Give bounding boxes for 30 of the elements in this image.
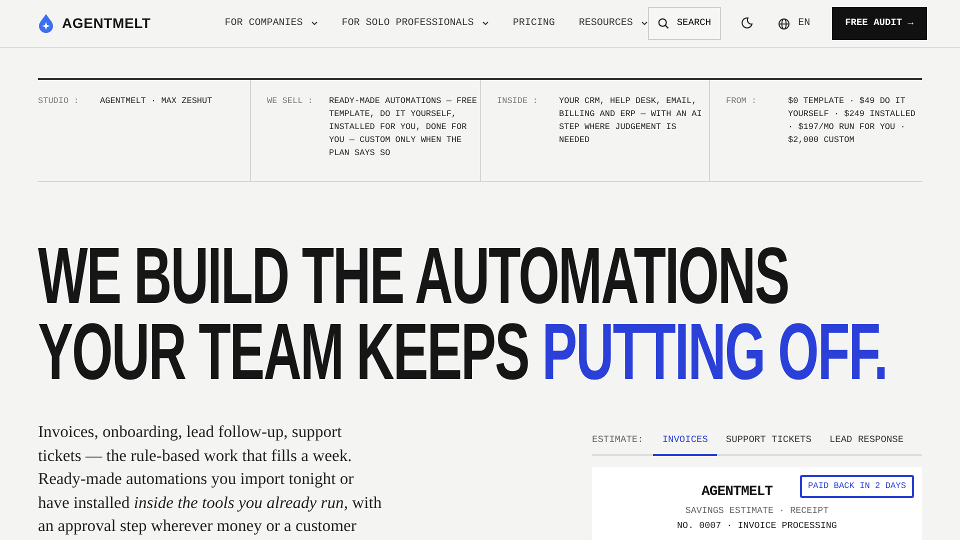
fact-label: FROM :	[726, 95, 758, 108]
receipt-subtitle: SAVINGS ESTIMATE · RECEIPT	[684, 504, 830, 518]
fact-value: $0 TEMPLATE · $49 DO IT YOURSELF · $249 INSTALLED · $197/MO RUN FOR YOU · $2,000 CUSTOM	[788, 95, 917, 147]
headline: WE BUILD THE AUTOMATIONS YOUR TEAM KEEPS PUTTING OFF.	[38, 238, 887, 390]
receipt-number: NO. 0007 · INVOICE PROCESSING	[676, 518, 838, 533]
receipt-brand: AGENTMELT	[701, 483, 773, 502]
nav-link[interactable]: RESOURCES	[578, 16, 648, 31]
brand-name[interactable]: AGENTMELT	[62, 13, 151, 34]
estimate-tab[interactable]: INVOICES	[653, 426, 717, 456]
fact-value: YOUR CRM, HELP DESK, EMAIL, BILLING AND ERP — WITH AN AI STEP WHERE JUDGEMENT IS NEEDED	[559, 95, 703, 147]
nav-link[interactable]: FOR COMPANIES	[224, 16, 318, 31]
estimate-tab[interactable]: SUPPORT TICKETS	[716, 426, 820, 456]
nav-link[interactable]: FOR SOLO PROFESSIONALS	[342, 16, 489, 31]
search-icon	[658, 18, 669, 29]
intro-paragraph: Invoices, onboarding, lead follow-up, support tickets — the rule-based work that fills a week. Ready-made automations you import tonight or have installed inside the tools you already run, with an approval step wherever money or a customer	[38, 421, 383, 537]
moon-icon[interactable]	[741, 17, 754, 30]
fact-label: WE SELL :	[267, 95, 314, 108]
language-button[interactable]: EN	[778, 16, 810, 31]
free-audit-button[interactable]: FREE AUDIT →	[832, 7, 926, 40]
search-button[interactable]: SEARCH	[648, 7, 722, 40]
fact-label: STUDIO :	[38, 95, 80, 108]
globe-icon	[778, 18, 790, 30]
fact-label: INSIDE :	[497, 95, 539, 108]
estimate-label: ESTIMATE:	[592, 432, 644, 447]
fact-value: AGENTMELT · MAX ZESHUT	[100, 95, 212, 108]
fact-value: READY-MADE AUTOMATIONS — FREE TEMPLATE, DO IT YOURSELF, INSTALLED FOR YOU, DONE FOR YOU — CUSTOM ONLY WHEN THE PLAN SAYS SO	[329, 95, 478, 160]
nav-link[interactable]: PRICING	[512, 16, 555, 31]
payback-badge: PAID BACK IN 2 DAYS	[800, 475, 914, 498]
droplet-logo-icon[interactable]	[38, 14, 54, 33]
estimate-tab[interactable]: LEAD RESPONSE	[820, 426, 913, 456]
